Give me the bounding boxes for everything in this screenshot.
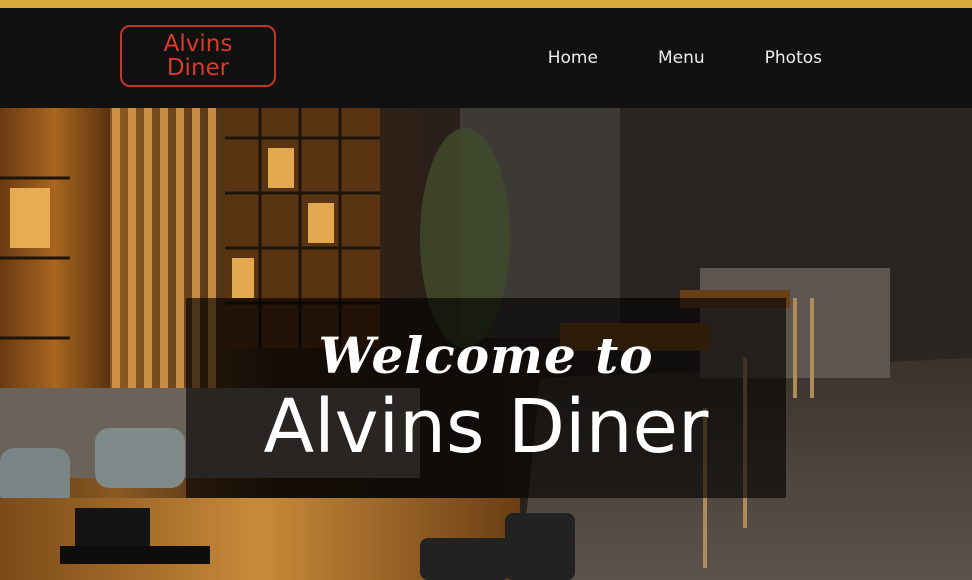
nav-home-link[interactable]: Home — [548, 48, 598, 68]
welcome-heading: Welcome to — [318, 326, 654, 385]
top-accent-strip — [0, 0, 972, 8]
nav-links: Home Menu Photos — [548, 8, 822, 108]
nav-photos-link[interactable]: Photos — [765, 48, 822, 68]
navbar: Alvins Diner Home Menu Photos — [0, 8, 972, 108]
hero-title: Alvins Diner — [263, 384, 709, 470]
nav-menu-link[interactable]: Menu — [658, 48, 705, 68]
logo[interactable]: Alvins Diner — [120, 25, 276, 87]
logo-line-1: Alvins — [163, 31, 233, 57]
welcome-banner: Welcome to Alvins Diner — [186, 298, 786, 498]
hero-section: Welcome to Alvins Diner — [0, 108, 972, 580]
logo-line-2: Diner — [166, 55, 230, 81]
